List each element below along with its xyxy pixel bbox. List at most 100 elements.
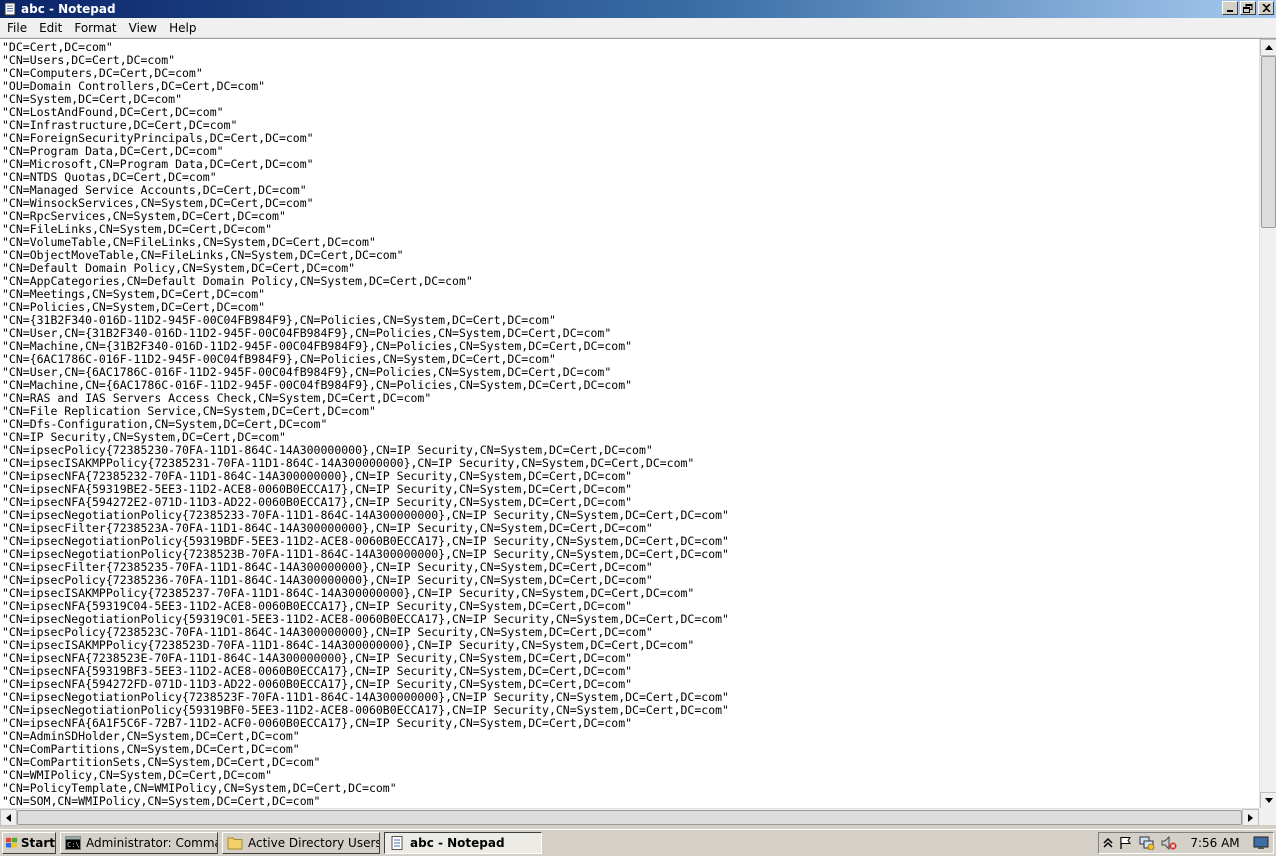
- text-line: "CN=ipsecPolicy{72385230-70FA-11D1-864C-…: [2, 444, 653, 457]
- text-line: "CN=File Replication Service,CN=System,D…: [2, 405, 376, 418]
- text-area[interactable]: "DC=Cert,DC=com" "CN=Users,DC=Cert,DC=com…: [2, 41, 1256, 809]
- text-line: "CN=ipsecISAKMPPolicy{72385231-70FA-11D1…: [2, 457, 695, 470]
- command-prompt-icon: C:\: [65, 836, 81, 850]
- text-line: "CN=ComPartitions,CN=System,DC=Cert,DC=c…: [2, 743, 300, 756]
- text-line: "CN=User,CN={6AC1786C-016F-11D2-945F-00C…: [2, 366, 612, 379]
- text-line: "CN=ipsecISAKMPPolicy{72385237-70FA-11D1…: [2, 587, 695, 600]
- text-line: "CN=ipsecNegotiationPolicy{7238523B-70FA…: [2, 548, 729, 561]
- show-desktop-icon[interactable]: [1253, 836, 1269, 850]
- windows-logo-icon: [6, 837, 18, 848]
- restore-button[interactable]: [1240, 1, 1256, 15]
- menu-view[interactable]: View: [123, 18, 163, 38]
- text-line: "CN=ipsecFilter{72385235-70FA-11D1-864C-…: [2, 561, 653, 574]
- text-line: "CN={31B2F340-016D-11D2-945F-00C04FB984F…: [2, 314, 556, 327]
- text-line: "CN=Microsoft,CN=Program Data,DC=Cert,DC…: [2, 158, 314, 171]
- text-line: "CN=ipsecNFA{59319C04-5EE3-11D2-ACE8-006…: [2, 600, 633, 613]
- text-line: "CN=Policies,CN=System,DC=Cert,DC=com": [2, 301, 266, 314]
- svg-text:C:\: C:\: [67, 841, 80, 849]
- text-line: "CN=ipsecNegotiationPolicy{7238523F-70FA…: [2, 691, 729, 704]
- text-line: "CN=PolicyTemplate,CN=WMIPolicy,CN=Syste…: [2, 782, 397, 795]
- text-line: "CN=ipsecNFA{594272FD-071D-11D3-AD22-006…: [2, 678, 633, 691]
- task-label: abc - Notepad: [410, 836, 505, 850]
- text-line: "CN=LostAndFound,DC=Cert,DC=com": [2, 106, 224, 119]
- minimize-button[interactable]: [1222, 1, 1238, 15]
- text-line: "CN=Machine,CN={6AC1786C-016F-11D2-945F-…: [2, 379, 633, 392]
- network-icon[interactable]: [1139, 836, 1155, 850]
- text-line: "CN=ForeignSecurityPrincipals,DC=Cert,DC…: [2, 132, 314, 145]
- text-line: "CN=RpcServices,CN=System,DC=Cert,DC=com…: [2, 210, 286, 223]
- text-line: "CN=WinsockServices,CN=System,DC=Cert,DC…: [2, 197, 314, 210]
- text-line: "CN=ipsecNFA{59319BF3-5EE3-11D2-ACE8-006…: [2, 665, 633, 678]
- action-center-flag-icon[interactable]: [1119, 836, 1133, 850]
- folder-icon: [227, 837, 243, 850]
- vertical-scrollbar[interactable]: [1259, 39, 1276, 809]
- task-label: Administrator: Command...: [86, 836, 218, 850]
- text-line: "CN=ipsecNegotiationPolicy{59319C01-5EE3…: [2, 613, 729, 626]
- text-line: "CN=VolumeTable,CN=FileLinks,CN=System,D…: [2, 236, 376, 249]
- text-line: "CN=Computers,DC=Cert,DC=com": [2, 67, 203, 80]
- text-line: "CN=Managed Service Accounts,DC=Cert,DC=…: [2, 184, 307, 197]
- horizontal-scrollbar[interactable]: [0, 808, 1259, 826]
- text-line: "CN=ComPartitionSets,CN=System,DC=Cert,D…: [2, 756, 321, 769]
- arrow-up-icon: [1264, 45, 1273, 50]
- volume-muted-icon[interactable]: [1161, 836, 1177, 850]
- text-line: "CN=ipsecNFA{59319BE2-5EE3-11D2-ACE8-006…: [2, 483, 633, 496]
- window-controls: [1220, 1, 1274, 15]
- text-line: "CN=ipsecFilter{7238523A-70FA-11D1-864C-…: [2, 522, 653, 535]
- task-label: Active Directory Users a...: [248, 836, 380, 850]
- show-hidden-icons-icon[interactable]: [1103, 837, 1113, 849]
- text-line: "CN=ipsecNegotiationPolicy{72385233-70FA…: [2, 509, 729, 522]
- window-title: abc - Notepad: [21, 2, 116, 16]
- menu-file[interactable]: File: [1, 18, 33, 38]
- text-line: "CN=ipsecPolicy{72385236-70FA-11D1-864C-…: [2, 574, 653, 587]
- text-line: "CN=FileLinks,CN=System,DC=Cert,DC=com": [2, 223, 273, 236]
- vertical-scroll-thumb[interactable]: [1261, 56, 1276, 228]
- menu-edit[interactable]: Edit: [33, 18, 68, 38]
- text-line: "CN=SOM,CN=WMIPolicy,CN=System,DC=Cert,D…: [2, 795, 321, 808]
- text-line: "CN=Users,DC=Cert,DC=com": [2, 54, 176, 67]
- text-line: "CN=ipsecISAKMPPolicy{7238523D-70FA-11D1…: [2, 639, 695, 652]
- text-line: "CN=ipsecNegotiationPolicy{59319BDF-5EE3…: [2, 535, 729, 548]
- task-active-directory[interactable]: Active Directory Users a...: [222, 832, 380, 854]
- menu-help[interactable]: Help: [163, 18, 202, 38]
- taskbar: Start C:\ Administrator: Command... Acti…: [0, 829, 1276, 856]
- scroll-right-button[interactable]: [1242, 809, 1259, 826]
- text-line: "CN=User,CN={31B2F340-016D-11D2-945F-00C…: [2, 327, 612, 340]
- text-line: "CN={6AC1786C-016F-11D2-945F-00C04fB984F…: [2, 353, 556, 366]
- title-bar[interactable]: abc - Notepad: [0, 0, 1276, 18]
- task-command-prompt[interactable]: C:\ Administrator: Command...: [60, 832, 218, 854]
- text-line: "CN=Dfs-Configuration,CN=System,DC=Cert,…: [2, 418, 328, 431]
- menu-format[interactable]: Format: [68, 18, 122, 38]
- text-line: "CN=WMIPolicy,CN=System,DC=Cert,DC=com": [2, 769, 273, 782]
- text-line: "DC=Cert,DC=com": [2, 41, 113, 54]
- system-tray: 7:56 AM: [1098, 832, 1274, 854]
- text-line: "CN=Machine,CN={31B2F340-016D-11D2-945F-…: [2, 340, 633, 353]
- text-line: "CN=ipsecNFA{7238523E-70FA-11D1-864C-14A…: [2, 652, 633, 665]
- text-line: "CN=ipsecNFA{6A1F5C6F-72B7-11D2-ACF0-006…: [2, 717, 633, 730]
- text-line: "CN=ipsecPolicy{7238523C-70FA-11D1-864C-…: [2, 626, 653, 639]
- scroll-down-button[interactable]: [1260, 792, 1276, 809]
- text-line: "CN=AppCategories,CN=Default Domain Poli…: [2, 275, 473, 288]
- arrow-left-icon: [6, 813, 11, 822]
- notepad-icon: [4, 2, 16, 16]
- scroll-up-button[interactable]: [1260, 39, 1276, 56]
- task-notepad[interactable]: abc - Notepad: [384, 832, 542, 854]
- text-line: "CN=ipsecNegotiationPolicy{59319BF0-5EE3…: [2, 704, 729, 717]
- text-line: "CN=RAS and IAS Servers Access Check,CN=…: [2, 392, 432, 405]
- restore-icon: [1243, 3, 1253, 13]
- text-line: "CN=ipsecNFA{72385232-70FA-11D1-864C-14A…: [2, 470, 633, 483]
- scroll-left-button[interactable]: [0, 809, 17, 826]
- menu-bar: File Edit Format View Help: [0, 18, 1276, 38]
- close-button[interactable]: [1258, 1, 1274, 15]
- scrollbar-corner: [1259, 808, 1276, 825]
- horizontal-scroll-thumb[interactable]: [17, 810, 1242, 825]
- minimize-icon: [1227, 10, 1233, 12]
- notepad-icon: [391, 836, 403, 850]
- text-line: "CN=Default Domain Policy,CN=System,DC=C…: [2, 262, 356, 275]
- start-button[interactable]: Start: [2, 832, 56, 854]
- text-line: "CN=System,DC=Cert,DC=com": [2, 93, 183, 106]
- text-line: "CN=Program Data,DC=Cert,DC=com": [2, 145, 224, 158]
- clock[interactable]: 7:56 AM: [1190, 836, 1239, 850]
- text-line: "CN=Meetings,CN=System,DC=Cert,DC=com": [2, 288, 266, 301]
- text-line: "CN=NTDS Quotas,DC=Cert,DC=com": [2, 171, 217, 184]
